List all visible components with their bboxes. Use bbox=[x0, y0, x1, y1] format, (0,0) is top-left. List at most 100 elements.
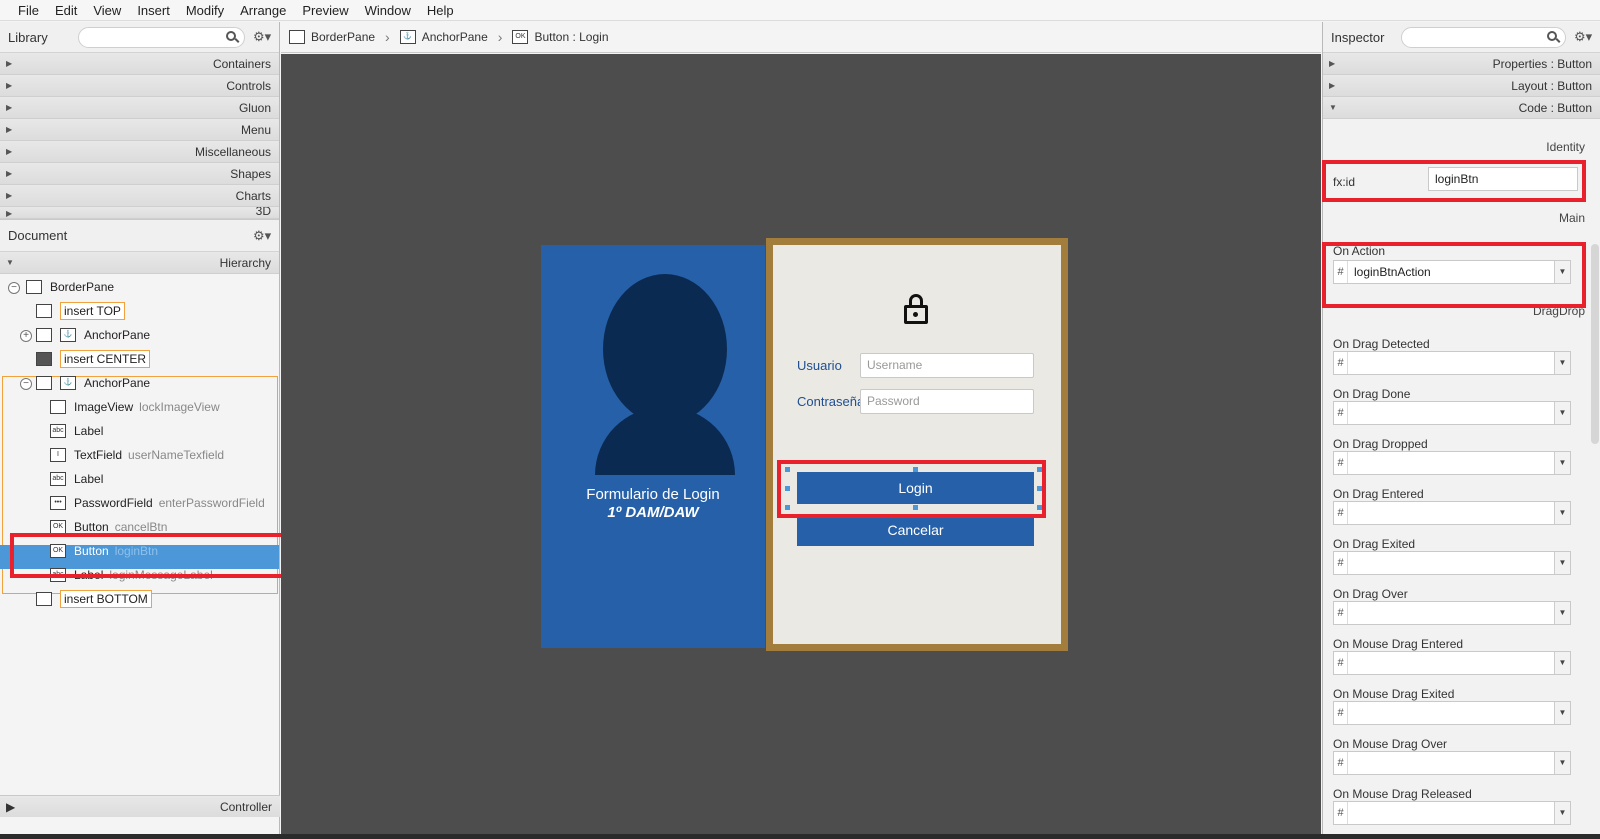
chevron-down-icon[interactable]: ▼ bbox=[1554, 652, 1570, 674]
library-section-4[interactable]: ▶ Miscellaneous bbox=[0, 141, 279, 163]
library-section-5[interactable]: ▶ Shapes bbox=[0, 163, 279, 185]
form-title[interactable]: Formulario de Login bbox=[541, 486, 765, 503]
menu-window[interactable]: Window bbox=[357, 0, 419, 21]
triangle-down-icon: ▼ bbox=[1329, 103, 1337, 112]
tree-node[interactable]: ⚓ AnchorPane bbox=[36, 324, 150, 346]
library-section-0[interactable]: ▶ Containers bbox=[0, 53, 279, 75]
menu-file[interactable]: File bbox=[10, 0, 47, 21]
user-label[interactable]: Usuario bbox=[797, 358, 842, 373]
menu-help[interactable]: Help bbox=[419, 0, 462, 21]
hierarchy-section[interactable]: ▼ Hierarchy bbox=[0, 252, 279, 274]
tree-node[interactable]: insert CENTER bbox=[36, 348, 151, 370]
tree-node-type: Label bbox=[74, 472, 104, 486]
chevron-down-icon[interactable]: ▼ bbox=[1554, 452, 1570, 474]
gear-icon[interactable]: ⚙▾ bbox=[1574, 29, 1592, 45]
hash-icon: # bbox=[1334, 752, 1348, 774]
event-handler-input[interactable]: # ▼ bbox=[1333, 601, 1571, 625]
breadcrumb-anchorpane[interactable]: ⚓ AnchorPane › bbox=[399, 29, 502, 45]
section-label: Code : Button bbox=[1518, 100, 1592, 115]
triangle-right-icon: ▶ bbox=[6, 125, 13, 134]
password-label[interactable]: Contraseña bbox=[797, 394, 864, 409]
lock-icon[interactable] bbox=[904, 294, 930, 326]
library-section-7[interactable]: ▶ 3D bbox=[0, 207, 279, 219]
code-section[interactable]: ▼ Code : Button bbox=[1323, 97, 1600, 119]
event-handler-input[interactable]: # ▼ bbox=[1333, 451, 1571, 475]
tree-node[interactable]: ••• PasswordField enterPasswordField bbox=[50, 492, 265, 514]
inspector-scrollbar[interactable] bbox=[1591, 244, 1599, 444]
library-section-1[interactable]: ▶ Controls bbox=[0, 75, 279, 97]
event-label: On Drag Dropped bbox=[1333, 437, 1428, 451]
username-field[interactable]: Username bbox=[860, 353, 1034, 378]
tree-node[interactable]: I TextField userNameTexfield bbox=[50, 444, 224, 466]
event-handler-input[interactable]: # ▼ bbox=[1333, 801, 1571, 825]
chevron-down-icon[interactable]: ▼ bbox=[1554, 502, 1570, 524]
chevron-down-icon[interactable]: ▼ bbox=[1554, 602, 1570, 624]
event-handler-input[interactable]: # ▼ bbox=[1333, 751, 1571, 775]
menu-preview[interactable]: Preview bbox=[294, 0, 356, 21]
chevron-down-icon[interactable]: ▼ bbox=[1554, 752, 1570, 774]
chevron-down-icon[interactable]: ▼ bbox=[1554, 702, 1570, 724]
cancel-button[interactable]: Cancelar bbox=[797, 514, 1034, 546]
section-label: Layout : Button bbox=[1511, 78, 1592, 93]
event-handler-input[interactable]: # ▼ bbox=[1333, 701, 1571, 725]
event-handler-input[interactable]: # ▼ bbox=[1333, 401, 1571, 425]
library-header: Library ⚙▾ bbox=[0, 22, 279, 53]
tree-node[interactable]: insert TOP bbox=[36, 300, 125, 322]
breadcrumb-button[interactable]: OK Button : Login bbox=[512, 30, 609, 44]
slot-icon bbox=[36, 352, 52, 366]
tree-node[interactable]: ImageView lockImageView bbox=[50, 396, 220, 418]
password-field[interactable]: Password bbox=[860, 389, 1034, 414]
library-search-input[interactable] bbox=[78, 26, 245, 48]
event-label: On Drag Done bbox=[1333, 387, 1411, 401]
button-icon: OK bbox=[512, 30, 529, 44]
hash-icon: # bbox=[1334, 602, 1348, 624]
menu-view[interactable]: View bbox=[85, 0, 129, 21]
chevron-down-icon[interactable]: ▼ bbox=[1554, 552, 1570, 574]
anchor-pane-icon bbox=[36, 376, 52, 390]
library-section-6[interactable]: ▶ Charts bbox=[0, 185, 279, 207]
chevron-down-icon[interactable]: ▼ bbox=[1554, 802, 1570, 824]
hierarchy-label: Hierarchy bbox=[219, 255, 271, 270]
chevron-down-icon[interactable]: ▼ bbox=[1554, 402, 1570, 424]
menu-insert[interactable]: Insert bbox=[129, 0, 178, 21]
border-pane-icon bbox=[289, 30, 305, 44]
event-handler-input[interactable]: # ▼ bbox=[1333, 651, 1571, 675]
event-handler-input[interactable]: # ▼ bbox=[1333, 351, 1571, 375]
layout-section[interactable]: ▶ Layout : Button bbox=[1323, 75, 1600, 97]
tree-node[interactable]: abc Label bbox=[50, 468, 103, 490]
collapse-icon[interactable]: − bbox=[20, 378, 32, 390]
triangle-right-icon: ▶ bbox=[6, 147, 13, 156]
menu-modify[interactable]: Modify bbox=[178, 0, 232, 21]
properties-section[interactable]: ▶ Properties : Button bbox=[1323, 53, 1600, 75]
inspector-search-input[interactable] bbox=[1401, 26, 1566, 48]
hash-icon: # bbox=[1334, 802, 1348, 824]
library-section-2[interactable]: ▶ Gluon bbox=[0, 97, 279, 119]
breadcrumb: BorderPane › ⚓ AnchorPane › OK Button : Logi… bbox=[281, 22, 1321, 53]
menu-arrange[interactable]: Arrange bbox=[232, 0, 294, 21]
controller-section[interactable]: ▶ Controller bbox=[0, 795, 280, 817]
gear-icon[interactable]: ⚙▾ bbox=[253, 228, 271, 244]
document-title: Document bbox=[8, 228, 68, 243]
library-section-label: Shapes bbox=[230, 166, 271, 181]
tree-node[interactable]: ⚓ AnchorPane bbox=[36, 372, 150, 394]
menu-edit[interactable]: Edit bbox=[47, 0, 85, 21]
form-subtitle[interactable]: 1º DAM/DAW bbox=[541, 504, 765, 521]
tree-node[interactable]: insert BOTTOM bbox=[36, 588, 152, 610]
event-label: On Drag Detected bbox=[1333, 337, 1430, 351]
library-section-3[interactable]: ▶ Menu bbox=[0, 119, 279, 141]
triangle-right-icon: ▶ bbox=[1329, 59, 1336, 68]
tree-node[interactable]: abc Label bbox=[50, 420, 103, 442]
expand-icon[interactable]: + bbox=[20, 330, 32, 342]
collapse-icon[interactable]: − bbox=[8, 282, 20, 294]
breadcrumb-borderpane[interactable]: BorderPane › bbox=[289, 29, 390, 45]
event-handler-input[interactable]: # ▼ bbox=[1333, 501, 1571, 525]
library-section-label: Containers bbox=[212, 56, 271, 71]
hash-icon: # bbox=[1334, 502, 1348, 524]
search-icon bbox=[1547, 30, 1557, 41]
anchor-icon: ⚓ bbox=[60, 376, 76, 390]
event-handler-input[interactable]: # ▼ bbox=[1333, 551, 1571, 575]
tree-node[interactable]: BorderPane bbox=[26, 276, 114, 298]
chevron-down-icon[interactable]: ▼ bbox=[1554, 352, 1570, 374]
gear-icon[interactable]: ⚙▾ bbox=[253, 29, 271, 45]
anchor-icon: ⚓ bbox=[60, 328, 76, 342]
